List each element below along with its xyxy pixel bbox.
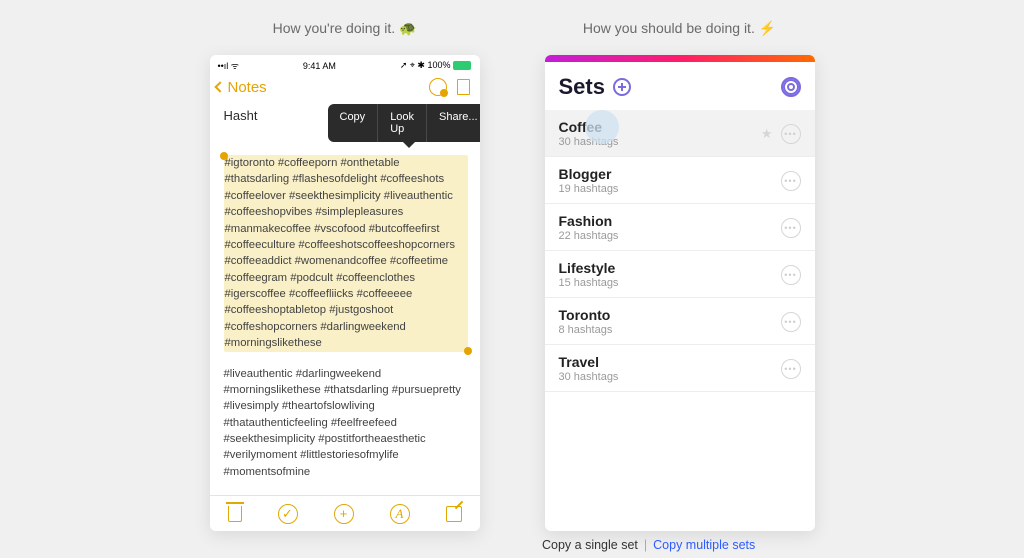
footer-copy-single: Copy a single set bbox=[542, 538, 638, 552]
more-icon[interactable]: ••• bbox=[781, 312, 801, 332]
status-bar: ••ıl ᯤ 9:41 AM ➚ ⌖ ✱ 100% bbox=[210, 55, 480, 76]
selection-handle-end[interactable] bbox=[464, 347, 472, 355]
trash-icon[interactable] bbox=[228, 506, 242, 522]
markup-icon[interactable]: A bbox=[390, 504, 410, 524]
selection-handle-start[interactable] bbox=[220, 152, 228, 160]
back-button[interactable]: Notes bbox=[216, 79, 267, 96]
back-label: Notes bbox=[228, 79, 267, 96]
checklist-icon[interactable]: ✓ bbox=[278, 504, 298, 524]
status-right: ➚ ⌖ ✱ 100% bbox=[400, 60, 472, 71]
set-name: Travel bbox=[559, 354, 619, 370]
set-count: 22 hashtags bbox=[559, 230, 619, 242]
set-name: Blogger bbox=[559, 166, 619, 182]
set-name: Coffee bbox=[559, 119, 619, 135]
sets-app-screenshot: Sets Coffee30 hashtags★•••Blogger19 hash… bbox=[545, 55, 815, 531]
signal-indicator: ••ıl ᯤ bbox=[218, 59, 240, 72]
set-row[interactable]: Toronto8 hashtags ••• bbox=[545, 298, 815, 345]
page-title: Sets bbox=[559, 74, 605, 100]
set-count: 15 hashtags bbox=[559, 277, 619, 289]
set-row[interactable]: Travel30 hashtags ••• bbox=[545, 345, 815, 392]
popover-share[interactable]: Share... bbox=[427, 104, 479, 142]
add-icon[interactable]: + bbox=[334, 504, 354, 524]
popover-lookup[interactable]: Look Up bbox=[378, 104, 427, 142]
more-icon[interactable]: ••• bbox=[781, 124, 801, 144]
set-name: Toronto bbox=[559, 307, 613, 323]
notes-toolbar: ✓ + A bbox=[210, 495, 480, 531]
compose-icon[interactable] bbox=[446, 506, 462, 522]
set-row[interactable]: Fashion22 hashtags ••• bbox=[545, 204, 815, 251]
settings-icon[interactable] bbox=[781, 77, 801, 97]
collaborate-icon[interactable] bbox=[429, 78, 447, 96]
footer-separator: | bbox=[644, 538, 647, 552]
note-paragraph-2: #liveauthentic #darlingweekend #mornings… bbox=[224, 366, 468, 481]
selection-popover: Copy Look Up Share... bbox=[328, 104, 480, 142]
more-icon[interactable]: ••• bbox=[781, 265, 801, 285]
caption-left: How you're doing it. 🐢 bbox=[210, 20, 480, 37]
share-icon[interactable] bbox=[457, 79, 470, 95]
set-row[interactable]: Lifestyle15 hashtags ••• bbox=[545, 251, 815, 298]
set-count: 30 hashtags bbox=[559, 371, 619, 383]
gradient-bar bbox=[545, 55, 815, 62]
caption-right: How you should be doing it. ⚡ bbox=[545, 20, 815, 37]
set-name: Lifestyle bbox=[559, 260, 619, 276]
set-count: 30 hashtags bbox=[559, 136, 619, 148]
add-set-button[interactable] bbox=[613, 78, 631, 96]
set-row[interactable]: Coffee30 hashtags ★ ••• bbox=[545, 110, 815, 157]
set-name: Fashion bbox=[559, 213, 619, 229]
more-icon[interactable]: ••• bbox=[781, 218, 801, 238]
set-row[interactable]: Blogger19 hashtags ••• bbox=[545, 157, 815, 204]
set-count: 8 hashtags bbox=[559, 324, 613, 336]
popover-copy[interactable]: Copy bbox=[328, 104, 379, 142]
sets-list: Coffee30 hashtags★•••Blogger19 hashtags•… bbox=[545, 110, 815, 392]
clock: 9:41 AM bbox=[303, 61, 336, 71]
selected-text[interactable]: #igtoronto #coffeeporn #onthetable #that… bbox=[224, 155, 468, 352]
note-body[interactable]: #igtoronto #coffeeporn #onthetable #that… bbox=[224, 155, 468, 480]
star-icon[interactable]: ★ bbox=[761, 126, 773, 142]
more-icon[interactable]: ••• bbox=[781, 359, 801, 379]
more-icon[interactable]: ••• bbox=[781, 171, 801, 191]
notes-app-screenshot: ••ıl ᯤ 9:41 AM ➚ ⌖ ✱ 100% Notes Hasht Co bbox=[210, 55, 480, 531]
footer-copy-multi-link[interactable]: Copy multiple sets bbox=[653, 538, 755, 552]
chevron-left-icon bbox=[214, 81, 225, 92]
set-count: 19 hashtags bbox=[559, 183, 619, 195]
